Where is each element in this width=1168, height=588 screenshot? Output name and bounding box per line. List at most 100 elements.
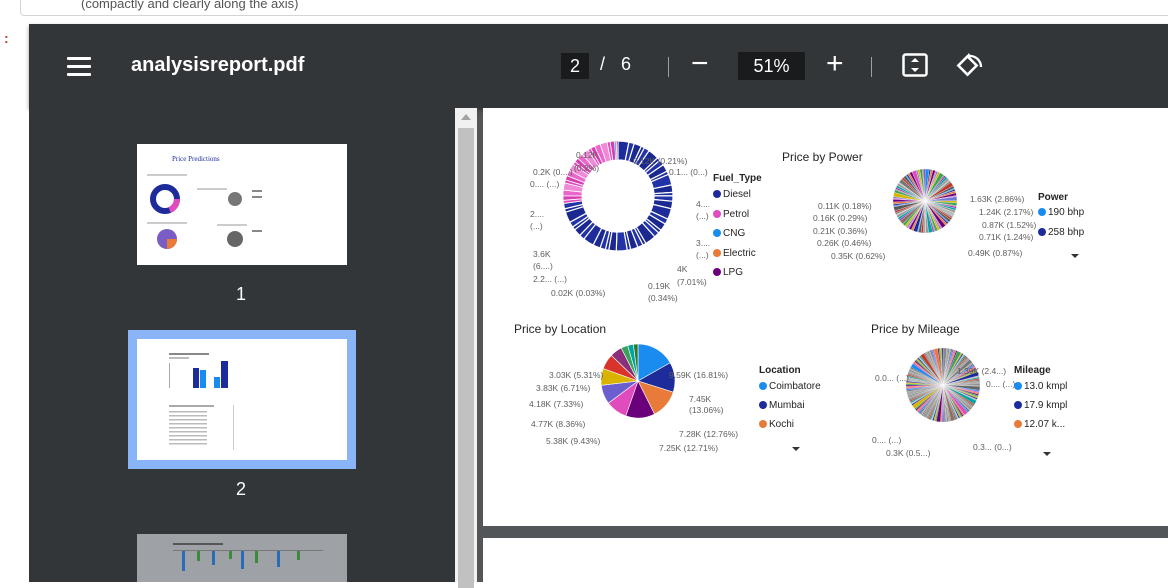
location-data-label: 5.38K (9.43%): [546, 436, 601, 446]
legend-item[interactable]: 190 bhp: [1038, 207, 1084, 218]
page-thumbnail-3[interactable]: [137, 534, 347, 582]
location-pie-chart: [601, 344, 675, 418]
fuel-data-label: (0.2%): [574, 163, 600, 173]
power-legend-more-icon[interactable]: [1071, 254, 1079, 258]
power-data-label: 1.63K (2.86%): [970, 194, 1025, 204]
legend-item[interactable]: 258 bhp: [1038, 227, 1084, 238]
sidebar-scrollbar[interactable]: [455, 108, 477, 588]
location-data-label: 7.28K (12.76%): [679, 429, 739, 439]
fuel-data-label: 2.2... (...): [533, 274, 568, 284]
legend-item[interactable]: Electric: [713, 248, 756, 259]
fuel-data-label: 0.19K: [648, 281, 671, 291]
fuel-donut-slice[interactable]: [616, 141, 619, 161]
legend-item[interactable]: 17.9 kmpl: [1014, 400, 1067, 411]
fuel-data-label: 4K: [677, 264, 688, 274]
legend-label: 258 bhp: [1048, 227, 1085, 238]
fuel-data-label: (...): [696, 250, 709, 260]
legend-label: 12.07 k...: [1024, 419, 1066, 430]
zoom-level-input[interactable]: 51%: [738, 52, 805, 80]
legend-label: Coimbatore: [769, 381, 821, 392]
power-data-label: 1.24K (2.17%): [979, 207, 1034, 217]
pdf-page-3: [483, 538, 1168, 588]
thumbnail-1-preview: Price Predictions: [147, 155, 262, 249]
zoom-in-button[interactable]: +: [826, 46, 844, 82]
legend-item[interactable]: CNG: [713, 228, 745, 239]
legend-label: Diesel: [723, 189, 751, 200]
mileage-pie-chart: [906, 348, 980, 422]
fuel-data-label: (7.01%): [677, 277, 707, 287]
thumbnail-2-preview: [169, 353, 234, 450]
menu-icon[interactable]: [67, 57, 91, 76]
legend-dot-icon: [1038, 228, 1046, 236]
fuel-data-label: 0.... (...): [530, 179, 560, 189]
legend-dot-icon: [713, 229, 721, 237]
toolbar-divider: [668, 57, 669, 77]
scroll-up-arrow-icon[interactable]: [461, 114, 471, 120]
top-strip: (compactly and clearly along the axis): [0, 0, 1168, 24]
legend-dot-icon: [1014, 401, 1022, 409]
legend-item[interactable]: Diesel: [713, 189, 751, 200]
fuel-data-label: 0.12K: [576, 150, 599, 160]
prompt-marker: :: [4, 30, 9, 46]
power-data-label: 0.11K (0.18%): [818, 201, 872, 211]
legend-item[interactable]: 12.07 k...: [1014, 419, 1065, 430]
location-data-label: 9.59K (16.81%): [669, 370, 729, 380]
location-legend-more-icon[interactable]: [792, 447, 800, 451]
legend-dot-icon: [759, 382, 767, 390]
scroll-thumb[interactable]: [458, 128, 474, 588]
mileage-legend-more-icon[interactable]: [1043, 452, 1051, 456]
legend-label: Mumbai: [769, 400, 805, 411]
power-data-label: 0.21K (0.36%): [813, 226, 868, 236]
thumbnail-sidebar: Price Predictions 1 2: [29, 108, 455, 582]
legend-label: CNG: [723, 228, 746, 239]
legend-item[interactable]: 13.0 kmpl: [1014, 381, 1067, 392]
power-data-label: 0.35K (0.62%): [831, 251, 886, 261]
document-title: analysisreport.pdf: [131, 54, 305, 76]
power-data-label: 0.49K (0.87%): [968, 248, 1023, 258]
fuel-data-label: 0.1... (0...): [669, 167, 708, 177]
legend-label: 13.0 kmpl: [1024, 381, 1068, 392]
fuel-data-label: 2....: [530, 209, 545, 219]
location-data-label: (13.06%): [689, 405, 724, 415]
thumbnail-2-label: 2: [235, 479, 246, 499]
page-number-input[interactable]: 2: [561, 53, 589, 79]
location-legend-title: Location: [759, 365, 801, 376]
prompt-input[interactable]: (compactly and clearly along the axis): [20, 0, 1168, 16]
legend-item[interactable]: LPG: [713, 267, 743, 278]
legend-item[interactable]: Petrol: [713, 209, 749, 220]
fuel-data-label: (...): [530, 221, 543, 231]
legend-dot-icon: [713, 248, 721, 257]
legend-dot-icon: [1038, 208, 1046, 216]
legend-item[interactable]: Kochi: [759, 419, 794, 430]
legend-dot-icon: [759, 401, 767, 409]
legend-dot-icon: [1014, 420, 1022, 428]
legend-item[interactable]: Coimbatore: [759, 381, 821, 392]
fuel-data-label: 3....: [696, 238, 711, 248]
zoom-out-button[interactable]: −: [691, 49, 709, 79]
location-chart-title: Price by Location: [514, 322, 607, 336]
fuel-legend-title: Fuel_Type: [713, 173, 762, 184]
fit-to-page-icon[interactable]: [902, 53, 928, 77]
legend-label: LPG: [723, 267, 744, 278]
fuel-data-label: 0.12K (0.21%): [633, 156, 688, 166]
legend-dot-icon: [713, 190, 721, 198]
legend-item[interactable]: Mumbai: [759, 400, 805, 411]
page-thumbnail-1[interactable]: Price Predictions: [137, 144, 347, 265]
pdf-viewer: analysisreport.pdf 2 / 6 − 51% + Price P…: [29, 24, 1168, 588]
rotate-icon[interactable]: [955, 52, 985, 80]
legend-label: 17.9 kmpl: [1024, 400, 1068, 411]
legend-dot-icon: [713, 209, 721, 218]
thumbnail-3-preview: [137, 534, 347, 582]
fuel-data-label: (...): [696, 211, 709, 221]
pdf-toolbar: analysisreport.pdf 2 / 6 − 51% +: [29, 24, 1168, 108]
page-thumbnail-2[interactable]: [128, 330, 356, 469]
fuel-data-label: 0.02K (0.03%): [551, 288, 606, 298]
location-data-label: 7.25K (12.71%): [659, 443, 719, 453]
toolbar-divider: [871, 57, 872, 77]
legend-label: Kochi: [769, 419, 795, 430]
fuel-data-label: (6....): [533, 261, 553, 271]
legend-label: Petrol: [723, 208, 750, 220]
pdf-page-2: 0.12K 0.12K (0.21%) 0.2K (0....) (0.2%) 0.1.…: [483, 108, 1168, 526]
mileage-data-label: 0.... (...): [872, 435, 902, 445]
location-data-label: 4.77K (8.36%): [531, 419, 586, 429]
